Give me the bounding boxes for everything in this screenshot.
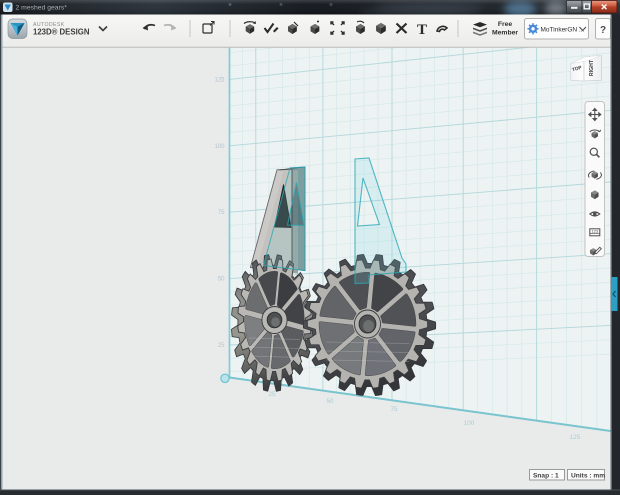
svg-text:75: 75	[390, 406, 398, 413]
svg-text:50: 50	[326, 398, 334, 405]
svg-text:MoTinkerGN ...: MoTinkerGN ...	[541, 26, 585, 33]
svg-text:100: 100	[214, 144, 225, 150]
svg-text:2 meshed gears*: 2 meshed gears*	[16, 5, 68, 12]
svg-text:123: 123	[591, 228, 598, 233]
svg-text:25: 25	[218, 343, 225, 349]
svg-text:123D® DESIGN: 123D® DESIGN	[33, 28, 90, 37]
svg-text:Member: Member	[492, 30, 518, 37]
svg-text:Snap : 1: Snap : 1	[533, 473, 559, 480]
svg-text:125: 125	[214, 77, 225, 83]
svg-text:25: 25	[268, 391, 276, 398]
svg-text:?: ?	[600, 25, 606, 36]
svg-text:50: 50	[218, 277, 225, 283]
svg-text:Units : mm: Units : mm	[571, 473, 605, 480]
svg-text:125: 125	[570, 434, 581, 441]
svg-text:Free: Free	[498, 21, 513, 28]
svg-text:T: T	[417, 22, 427, 38]
svg-text:75: 75	[218, 210, 225, 216]
svg-text:100: 100	[464, 420, 475, 427]
svg-text:RIGHT: RIGHT	[589, 59, 595, 76]
